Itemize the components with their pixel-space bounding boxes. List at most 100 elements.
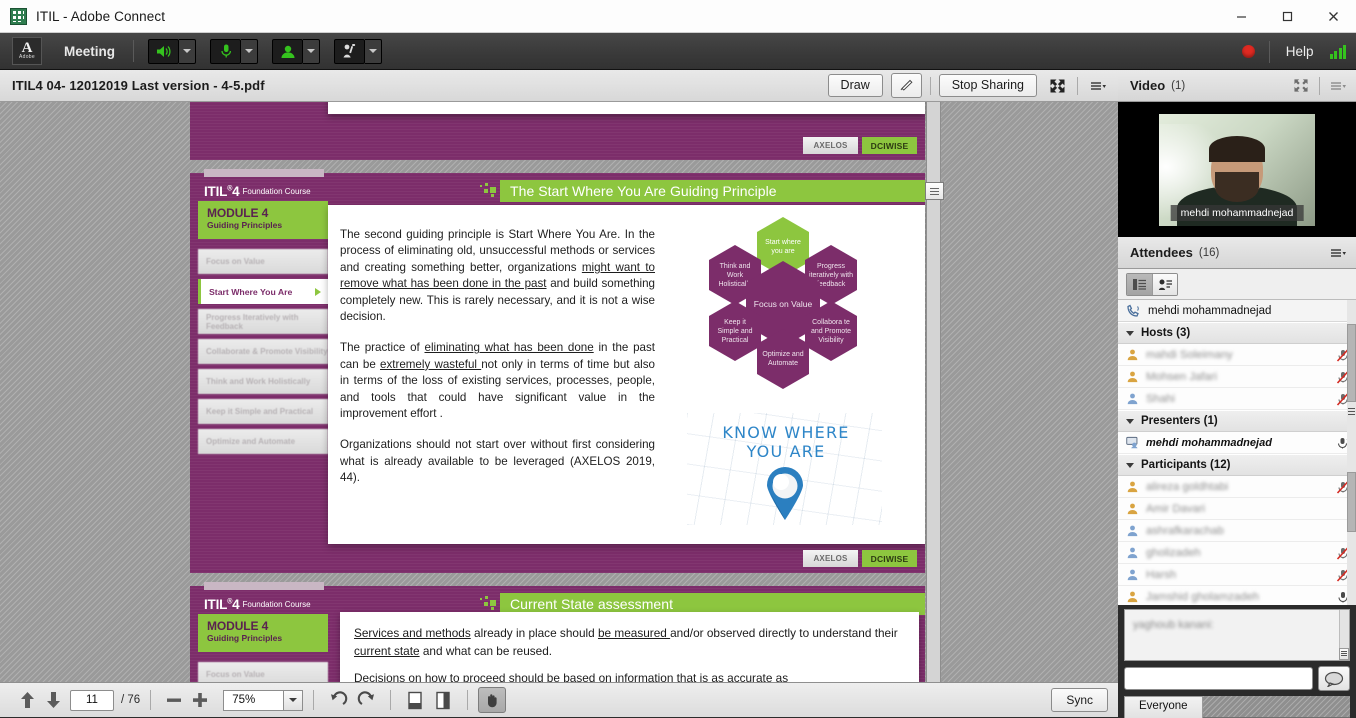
raise-hand-dropdown-icon[interactable] [365,39,382,64]
scrollbar-thumb[interactable] [1347,324,1356,402]
slide-logos: AXELOS DCIWISE [803,137,917,154]
microphone-icon[interactable] [210,39,241,64]
attendee-name: Harsh [1146,569,1336,581]
attendee-row[interactable]: ashrafkarachab [1118,520,1356,542]
scrollbar-thumb-lower[interactable] [1347,472,1356,532]
attendees-group-participants[interactable]: Participants (12) [1118,454,1356,476]
plus-icon[interactable] [187,687,213,713]
sync-button[interactable]: Sync [1051,688,1108,712]
participant-icon [1126,546,1139,559]
zoom-select[interactable]: 75% [223,690,303,711]
attendee-self-row[interactable]: mehdi mohammadnejad [1118,300,1356,322]
toolbar-divider [150,690,151,710]
camera-control[interactable] [272,39,320,64]
minimize-icon[interactable] [1218,0,1264,33]
microphone-dropdown-icon[interactable] [241,39,258,64]
speaker-icon[interactable] [148,39,179,64]
page-number-input[interactable]: 11 [70,690,114,711]
card-view-icon[interactable] [1152,274,1177,295]
attendee-row[interactable]: mahdi Soleimany [1118,344,1356,366]
rotate-left-icon[interactable] [324,687,352,713]
slide-content-card: The second guiding principle is Start Wh… [328,205,925,544]
list-view-icon[interactable] [1127,274,1152,295]
window-title: ITIL - Adobe Connect [36,9,165,24]
rotate-right-icon[interactable] [352,687,380,713]
fullscreen-icon[interactable] [1045,75,1069,97]
chat-message-log[interactable]: yaghoub kanani: [1124,609,1350,661]
attendee-row[interactable]: mehdi mohammadnejad [1118,432,1356,454]
menu-meeting[interactable]: Meeting [64,44,115,59]
stop-sharing-button[interactable]: Stop Sharing [939,74,1037,97]
arrow-up-icon[interactable] [14,687,40,713]
slide-content-card [328,102,925,114]
brand-name: ITIL [204,184,227,199]
connection-strength-icon[interactable] [1330,45,1347,59]
attendee-row[interactable]: gholizadeh [1118,542,1356,564]
pod-menu-icon[interactable] [1326,75,1350,97]
attendee-row[interactable]: Shahi [1118,388,1356,410]
image-caption-line-1: KNOW WHERE [711,423,861,442]
chevron-down-icon[interactable] [283,690,303,711]
chat-scrollbar[interactable] [1339,610,1349,660]
fit-width-icon[interactable] [429,687,457,713]
camera-dropdown-icon[interactable] [303,39,320,64]
shared-document-view[interactable]: AXELOS DCIWISE ITIL®4Foundation Course M… [0,102,1118,682]
chat-input[interactable] [1124,667,1313,690]
fit-page-icon[interactable] [401,687,429,713]
attendees-group-hosts[interactable]: Hosts (3) [1118,322,1356,344]
raise-hand-control[interactable] [334,39,382,64]
slide-nav-item-think-and-work: Think and Work Holistically [198,369,328,394]
recording-dot-icon[interactable] [1242,45,1255,58]
toolbar-divider-3 [390,690,391,710]
attendees-group-presenters[interactable]: Presenters (1) [1118,410,1356,432]
scrollbar-grip-icon [930,188,939,195]
pointer-arrow-icon[interactable] [891,73,922,98]
pod-menu-icon[interactable] [1086,75,1110,97]
slide-nav-list: Focus on Value Start Where You Are Progr… [198,249,328,459]
microphone-control[interactable] [210,39,258,64]
attendee-row[interactable]: alireza goldhtabi [1118,476,1356,498]
chat-bubble-icon[interactable] [1318,666,1350,691]
slide-paragraph-3: Organizations should not start over with… [340,437,655,486]
host-icon [1126,370,1139,383]
maximize-icon[interactable] [1264,0,1310,33]
attendee-row[interactable]: Mohsen Jafari [1118,366,1356,388]
video-pod-divider [1319,77,1320,95]
attendee-row[interactable]: Harsh [1118,564,1356,586]
webcam-icon[interactable] [272,39,303,64]
attendees-list[interactable]: mehdi mohammadnejad Hosts (3) mahdi Sole… [1118,300,1356,608]
minus-icon[interactable] [161,687,187,713]
hand-pan-icon[interactable] [478,687,506,713]
raise-hand-icon[interactable] [334,39,365,64]
attendees-group-label: Presenters (1) [1141,415,1218,427]
speaker-control[interactable] [148,39,196,64]
slide-logos: AXELOS DCIWISE [803,550,917,567]
slide-paragraph-2: Decisions on how to proceed should be ba… [354,669,907,682]
document-scrollbar[interactable] [926,102,941,682]
pod-menu-icon[interactable] [1326,242,1350,264]
attendee-row[interactable]: Amir Davari [1118,498,1356,520]
attendee-name: gholizadeh [1146,547,1336,559]
close-icon[interactable] [1310,0,1356,33]
attendees-view-toggle[interactable] [1126,273,1178,296]
zoom-value[interactable]: 75% [223,690,283,711]
attendees-view-toolbar [1118,269,1356,300]
draw-button[interactable]: Draw [828,74,883,97]
chat-tab-everyone[interactable]: Everyone [1124,696,1203,718]
pdf-toolbar: 11 / 76 75% Sync [0,682,1118,717]
arrow-down-icon[interactable] [40,687,66,713]
pdf-slide-next: ITIL®4Foundation Course MODULE 4 Guiding… [190,586,925,682]
adobe-logo-sub: Adobe [19,54,35,60]
adobe-logo-letter: A [22,43,33,54]
speaker-dropdown-icon[interactable] [179,39,196,64]
video-pod[interactable]: mehdi mohammadnejad [1118,102,1356,237]
toolbar-divider-2 [313,690,314,710]
chat-tabs-filler [1203,696,1350,718]
fullscreen-icon[interactable] [1289,75,1313,97]
slide-nav-item-focus-on-value: Focus on Value [198,662,328,682]
scrollbar-thumb[interactable] [925,182,944,200]
help-button[interactable]: Help [1286,44,1314,59]
slide-paragraph-1: The second guiding principle is Start Wh… [340,227,655,325]
attendees-scrollbar[interactable] [1347,300,1356,608]
chat-scrollbar-grip-icon[interactable] [1339,648,1349,660]
